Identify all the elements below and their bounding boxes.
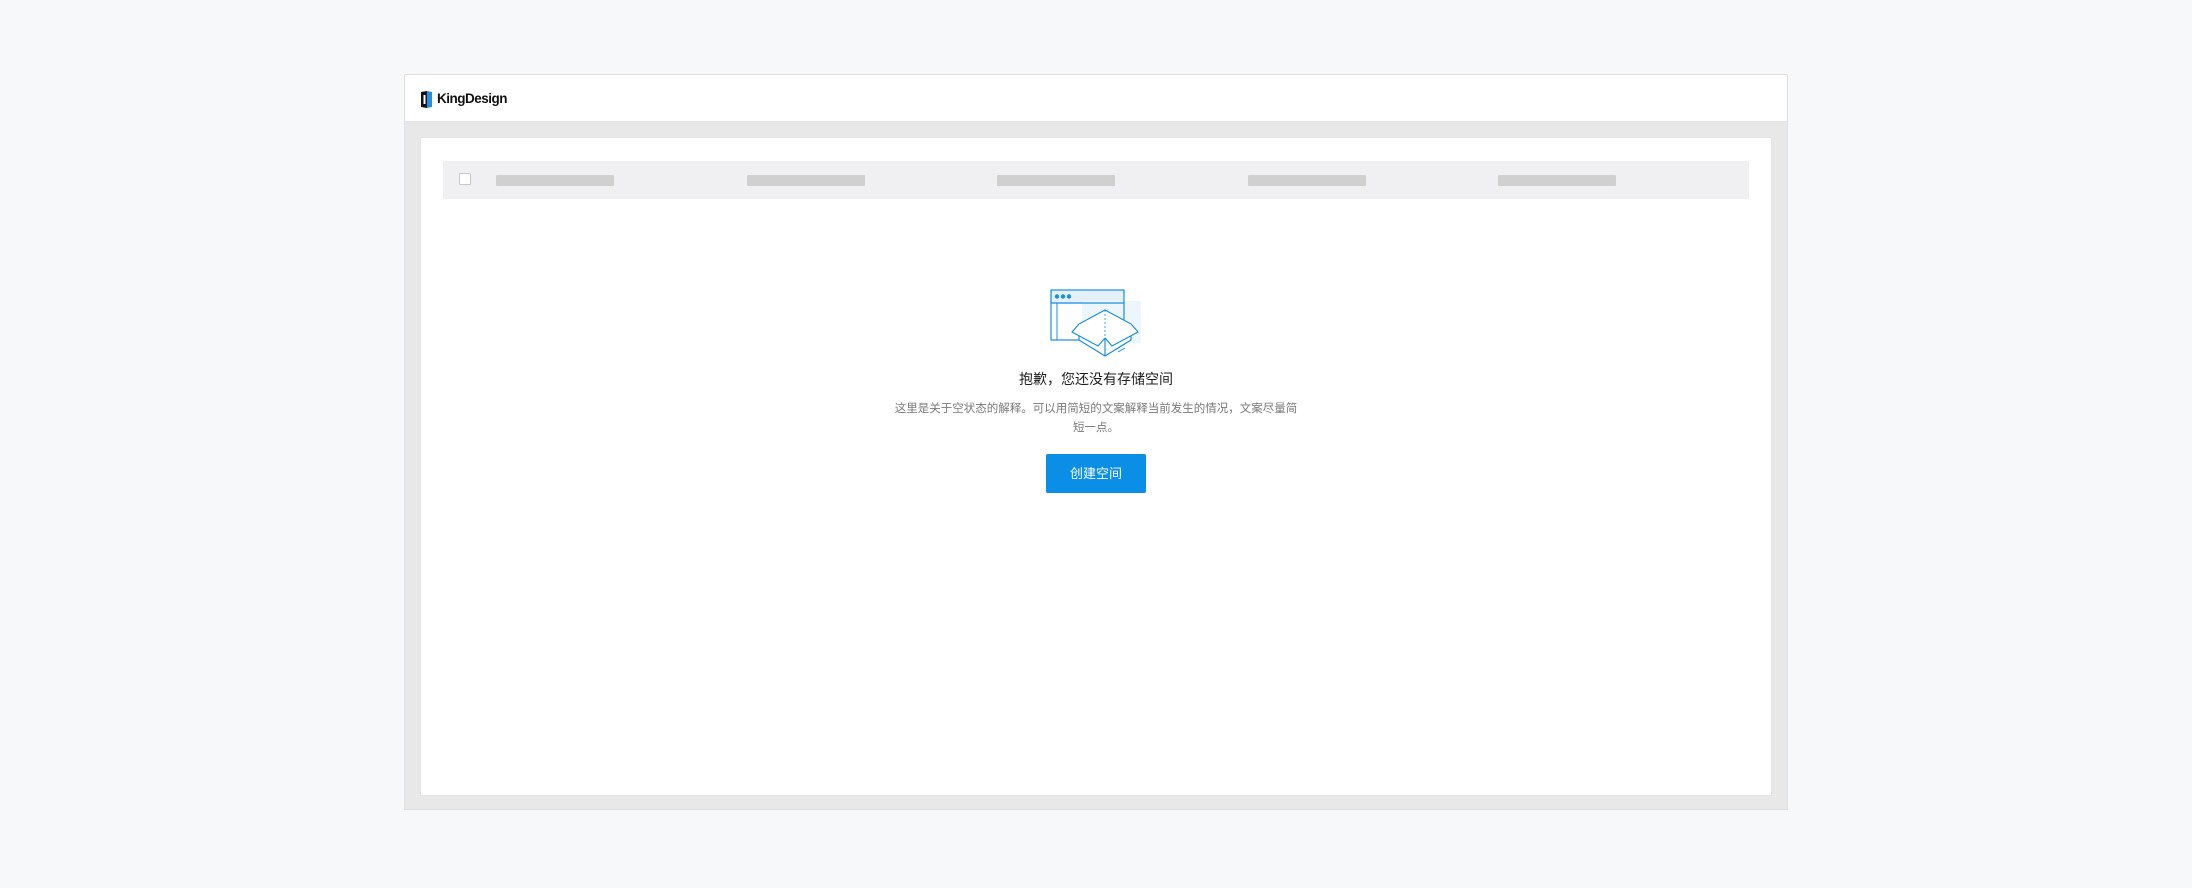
column-header-placeholder bbox=[1498, 175, 1616, 186]
column-header-placeholder bbox=[747, 175, 865, 186]
column-header-placeholder bbox=[997, 175, 1115, 186]
top-bar: KingDesign bbox=[405, 75, 1787, 122]
empty-state: 抱歉，您还没有存储空间 这里是关于空状态的解释。可以用简短的文案解释当前发生的情… bbox=[421, 288, 1771, 493]
content-card: 抱歉，您还没有存储空间 这里是关于空状态的解释。可以用简短的文案解释当前发生的情… bbox=[420, 137, 1772, 796]
select-all-checkbox[interactable] bbox=[459, 173, 471, 185]
empty-box-icon bbox=[1050, 289, 1141, 357]
kingdesign-logo-icon bbox=[421, 90, 432, 108]
logo[interactable]: KingDesign bbox=[421, 90, 508, 108]
empty-state-description: 这里是关于空状态的解释。可以用简短的文案解释当前发生的情况，文案尽量简短一点。 bbox=[894, 403, 1298, 434]
app-window: KingDesign 抱歉，您还没有存储空间 这里是关于空状态的解释。可以用简短… bbox=[404, 74, 1788, 810]
create-space-button[interactable]: 创建空间 bbox=[1046, 454, 1146, 493]
empty-state-title: 抱歉，您还没有存储空间 bbox=[1019, 371, 1173, 387]
column-header-placeholder bbox=[496, 175, 614, 186]
brand-name: KingDesign bbox=[437, 91, 508, 106]
column-header-placeholder bbox=[1248, 175, 1366, 186]
table-header-row bbox=[443, 161, 1749, 199]
